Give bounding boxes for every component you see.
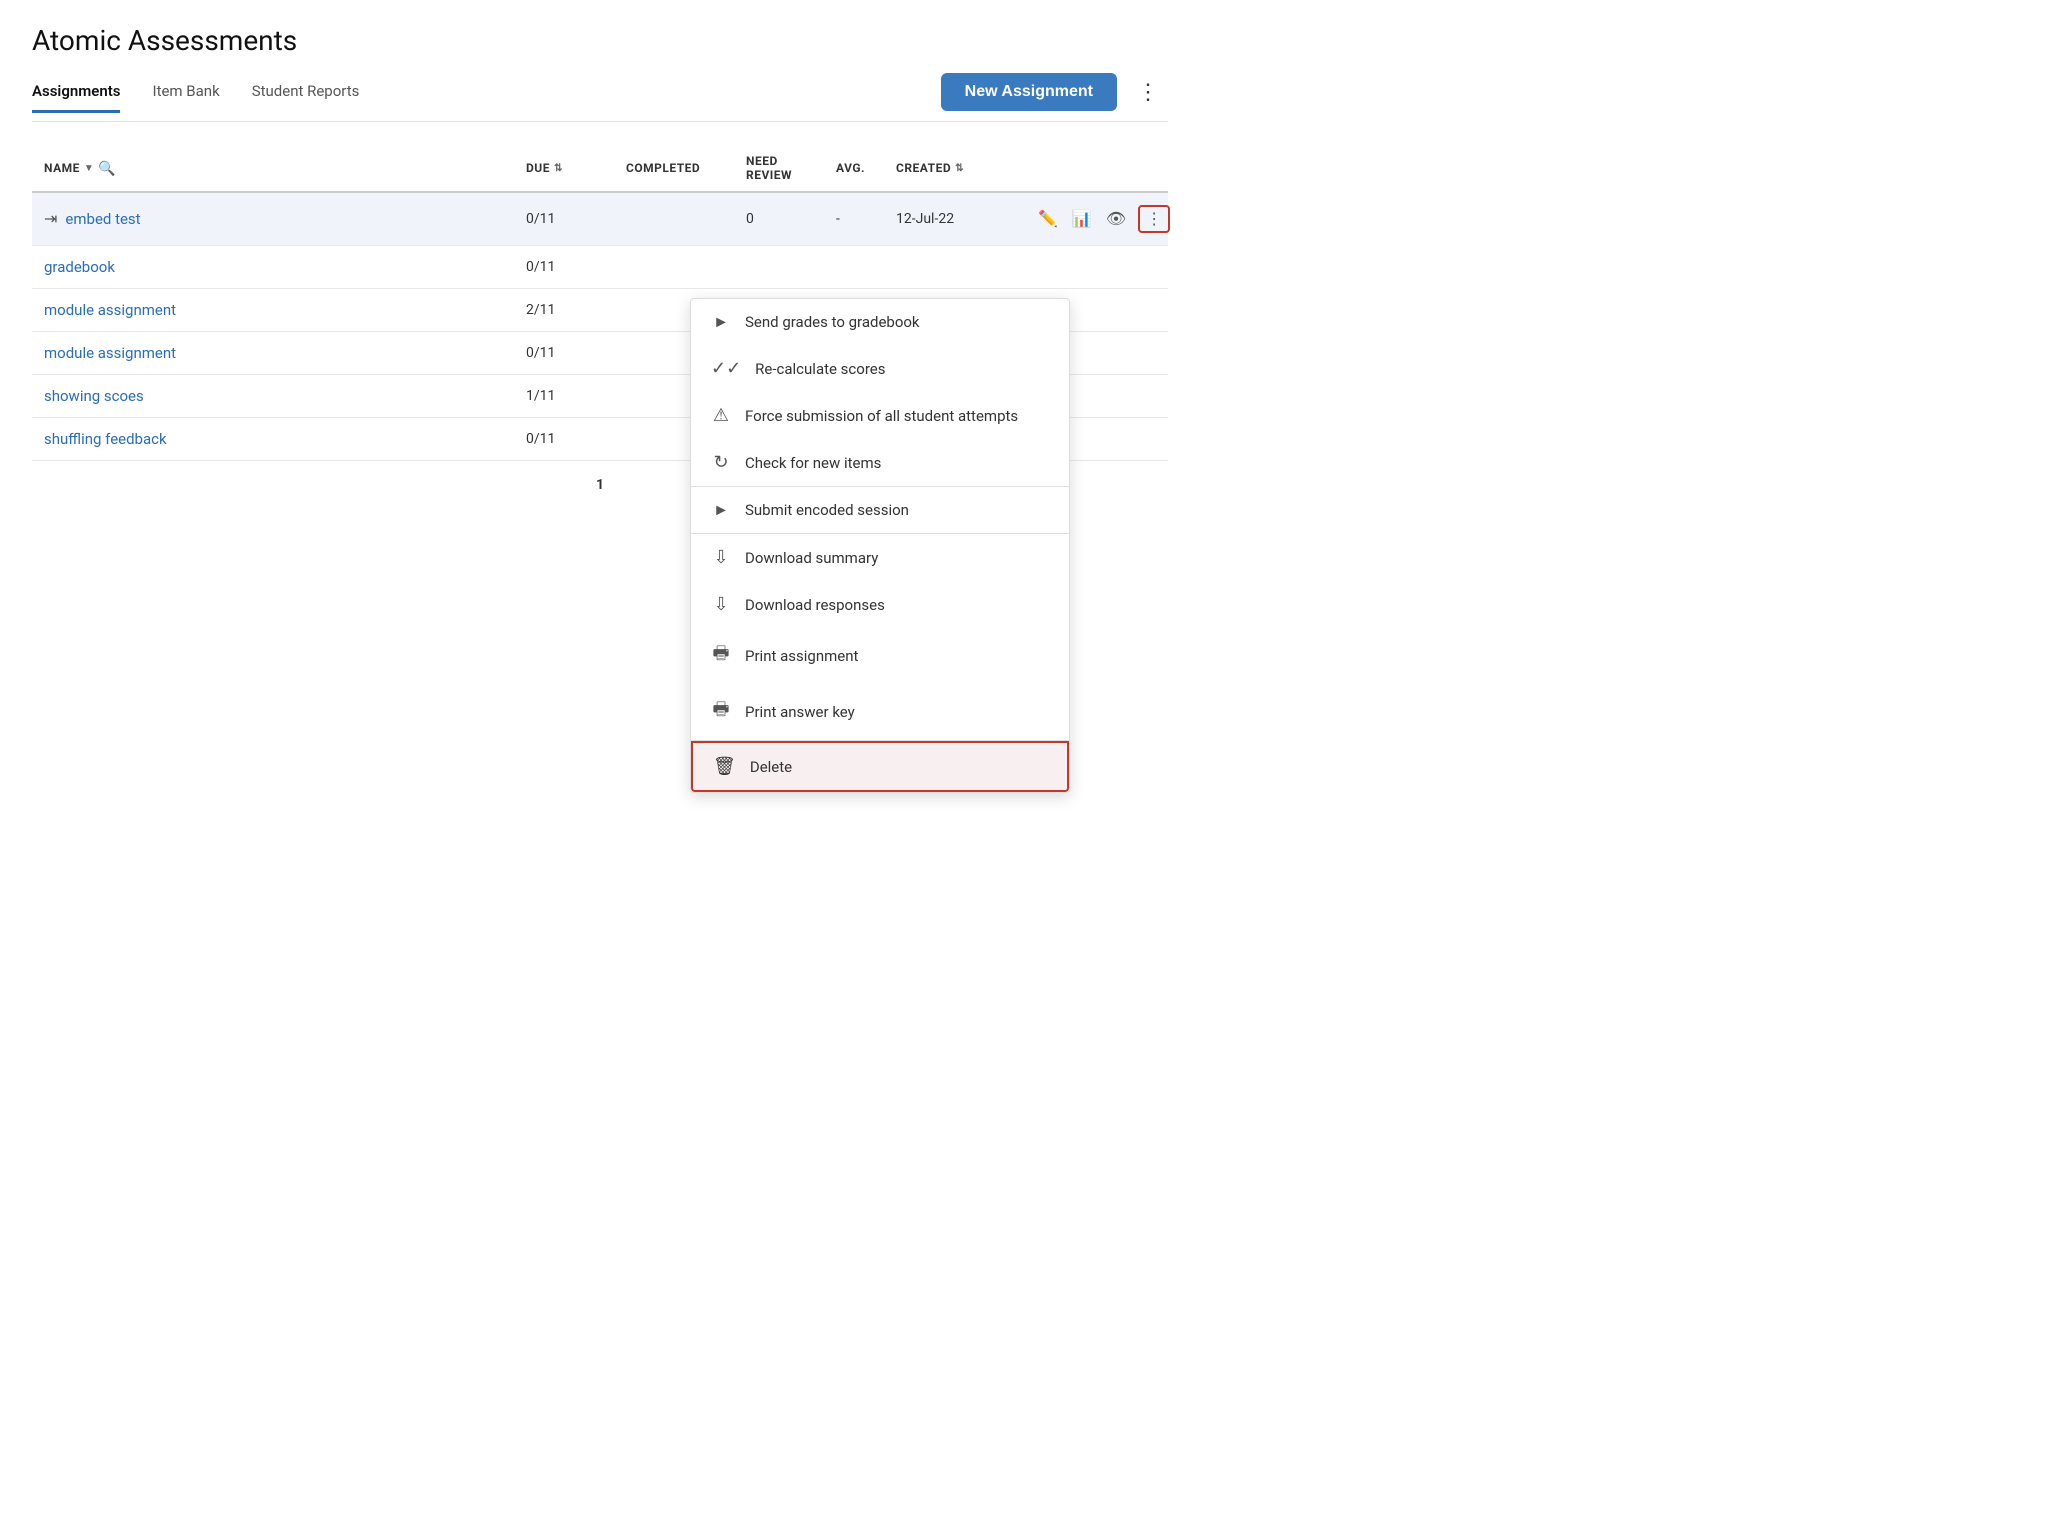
menu-item-send-grades[interactable]: ► Send grades to gradebook (691, 299, 1069, 345)
tabs: Assignments Item Bank Student Reports (32, 82, 359, 113)
menu-item-recalculate[interactable]: ✓✓ Re-calculate scores (691, 345, 1069, 392)
top-actions: New Assignment ⋮ (941, 73, 1168, 121)
delete-icon: 🗑 (713, 756, 736, 777)
top-bar: Assignments Item Bank Student Reports Ne… (32, 73, 1168, 122)
due-cell: 0/11 (526, 431, 626, 447)
col-name: NAME ▼ 🔍 (44, 160, 526, 177)
name-search-button[interactable]: 🔍 (98, 160, 115, 177)
menu-item-download-summary[interactable]: ⇩ Download summary (691, 534, 1069, 581)
col-need-review: NEEDREVIEW (746, 154, 836, 183)
assignment-link[interactable]: module assignment (44, 301, 526, 319)
table-row: gradebook 0/11 (32, 246, 1168, 289)
table-row: ⇥ embed test 0/11 0 - 12-Jul-22 ✏️ 📊 👁 ⋮ (32, 193, 1168, 246)
col-created: CREATED ⇅ (896, 161, 1036, 175)
force-submit-icon: ⚠ (711, 405, 731, 426)
menu-item-print-answer-key[interactable]: 🖶 Print answer key (691, 684, 1069, 740)
created-sort-icon[interactable]: ⇅ (955, 163, 964, 174)
embed-icon: ⇥ (44, 209, 57, 228)
print-answer-key-icon: 🖶 (711, 697, 731, 727)
print-assignment-icon: 🖶 (711, 641, 731, 671)
assignment-link[interactable]: gradebook (44, 258, 526, 276)
row-more-button[interactable]: ⋮ (1138, 205, 1170, 233)
dropdown-menu: ► Send grades to gradebook ✓✓ Re-calcula… (690, 298, 1070, 793)
send-grades-icon: ► (711, 312, 731, 332)
more-options-button[interactable]: ⋮ (1129, 75, 1168, 109)
tab-student-reports[interactable]: Student Reports (252, 82, 360, 113)
due-cell: 0/11 (526, 259, 626, 275)
assignment-link[interactable]: shuffling feedback (44, 430, 526, 448)
menu-item-force-submit[interactable]: ⚠ Force submission of all student attemp… (691, 392, 1069, 439)
assignment-link[interactable]: ⇥ embed test (44, 209, 526, 228)
new-assignment-button[interactable]: New Assignment (941, 73, 1117, 111)
col-due: DUE ⇅ (526, 161, 626, 175)
row-actions: ✏️ 📊 👁 ⋮ (1036, 205, 1156, 233)
due-sort-icon[interactable]: ⇅ (554, 163, 563, 174)
col-avg: AVG. (836, 161, 896, 175)
submit-encoded-icon: ► (711, 500, 731, 520)
download-responses-icon: ⇩ (711, 594, 731, 615)
table-header: NAME ▼ 🔍 DUE ⇅ COMPLETED NEEDREVIEW AVG.… (32, 146, 1168, 193)
menu-item-delete[interactable]: 🗑 Delete (691, 741, 1069, 792)
app-title: Atomic Assessments (32, 24, 1168, 57)
assignment-link[interactable]: module assignment (44, 344, 526, 362)
due-cell: 0/11 (526, 345, 626, 361)
check-items-icon: ↻ (711, 452, 731, 473)
download-summary-icon: ⇩ (711, 547, 731, 568)
due-cell: 1/11 (526, 388, 626, 404)
menu-item-download-responses[interactable]: ⇩ Download responses (691, 581, 1069, 628)
assignment-link[interactable]: showing scoes (44, 387, 526, 405)
avg-cell: - (836, 211, 896, 227)
due-cell: 0/11 (526, 211, 626, 227)
app-container: Atomic Assessments Assignments Item Bank… (0, 0, 1200, 533)
analytics-button[interactable]: 📊 (1070, 207, 1094, 231)
menu-item-check-items[interactable]: ↻ Check for new items (691, 439, 1069, 486)
preview-button[interactable]: 👁 (1104, 207, 1128, 231)
edit-button[interactable]: ✏️ (1036, 207, 1060, 231)
col-completed: COMPLETED (626, 161, 746, 175)
tab-assignments[interactable]: Assignments (32, 82, 120, 113)
menu-item-submit-encoded[interactable]: ► Submit encoded session (691, 487, 1069, 533)
created-cell: 12-Jul-22 (896, 211, 1036, 227)
due-cell: 2/11 (526, 302, 626, 318)
recalculate-icon: ✓✓ (711, 358, 741, 379)
name-sort-icon[interactable]: ▼ (84, 163, 94, 174)
menu-item-print-assignment[interactable]: 🖶 Print assignment (691, 628, 1069, 684)
need-review-cell: 0 (746, 211, 836, 227)
tab-item-bank[interactable]: Item Bank (152, 82, 219, 113)
